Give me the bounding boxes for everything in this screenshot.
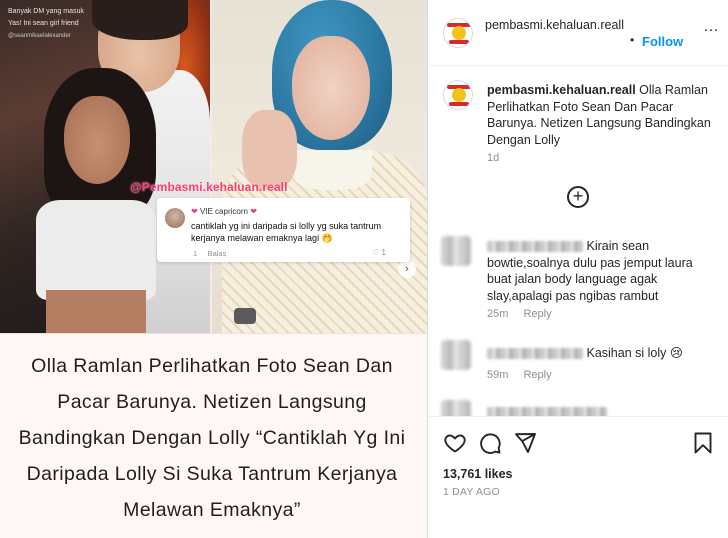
more-options-icon[interactable]: … <box>703 18 720 36</box>
comment-body <box>487 404 717 416</box>
heart-icon[interactable] <box>443 431 467 455</box>
post-actions: 13,761 likes 1 DAY AGO <box>429 416 728 538</box>
watermark-text: @Pembasmi.kehaluan.reall <box>130 180 288 194</box>
heart-outline-icon: ♡ <box>372 248 380 257</box>
account-avatar[interactable] <box>443 18 473 48</box>
caption-avatar[interactable] <box>443 80 473 110</box>
comment-card-text: cantiklah yg ini daripada si lolly yg su… <box>191 221 382 243</box>
blurred-avatar <box>441 236 471 266</box>
plus-circle-icon[interactable]: + <box>567 186 589 208</box>
caption-timestamp: 1d <box>487 152 500 164</box>
comments-area[interactable]: pembasmi.kehaluan.reall Olla Ramlan Perl… <box>429 66 728 416</box>
wristwatch <box>234 308 256 324</box>
comment-body: Kirain sean bowtie,soalnya dulu pas jemp… <box>487 238 717 304</box>
logo-face <box>452 88 466 102</box>
photo-couple: Banyak DM yang masuk Yas! Ini sean girl … <box>0 0 210 333</box>
likes-count[interactable]: 13,761 likes <box>443 467 513 481</box>
heart-emoji-icon: ❤ <box>191 207 198 216</box>
dm-overlay-text: Banyak DM yang masuk Yas! Ini sean girl … <box>8 6 158 42</box>
dm-line: Yas! Ini sean girl friend <box>8 20 79 27</box>
comment-card-user: ❤ VIE capricorn ❤ <box>191 207 257 216</box>
heart-emoji-icon: ❤ <box>250 207 257 216</box>
comment-meta: 25m Reply <box>487 308 564 320</box>
olla-face <box>292 36 370 140</box>
chevron-right-icon[interactable]: › <box>398 260 416 278</box>
media-caption-box: Olla Ramlan Perlihatkan Foto Sean Dan Pa… <box>0 333 427 538</box>
post-header: pembasmi.kehaluan.reall • Follow … <box>429 0 728 66</box>
comment-card-username: VIE capricorn <box>199 207 248 216</box>
post-caption: pembasmi.kehaluan.reall Olla Ramlan Perl… <box>487 82 715 148</box>
comment-body: Kasihan si loly 😢 <box>487 345 717 362</box>
media-caption-text: Olla Ramlan Perlihatkan Foto Sean Dan Pa… <box>18 355 406 521</box>
follow-button[interactable]: Follow <box>642 34 683 49</box>
share-icon[interactable] <box>513 431 537 455</box>
post-age: 1 DAY AGO <box>443 486 500 498</box>
comment-card-meta: 1 Balas <box>193 249 226 258</box>
comment-time: 59m <box>487 369 509 381</box>
dm-handle: @seanmikaelalexander <box>8 33 71 39</box>
comment-card-avatar <box>165 208 185 228</box>
reply-button[interactable]: Reply <box>523 369 551 381</box>
screenshot-comment-card: ❤ VIE capricorn ❤ cantiklah yg ini darip… <box>157 198 410 262</box>
hand <box>242 110 297 190</box>
blurred-avatar <box>441 340 471 370</box>
woman-face <box>64 96 130 184</box>
collar <box>292 150 372 190</box>
comment-card-likes: ♡ 1 <box>372 248 386 257</box>
woman-midriff <box>46 290 146 333</box>
comment-meta: 59m Reply <box>487 369 564 381</box>
dm-header: Banyak DM yang masuk <box>8 8 84 15</box>
comment-icon[interactable] <box>478 431 502 455</box>
blurred-username <box>487 407 607 416</box>
logo-base <box>449 40 469 44</box>
logo-base <box>449 102 469 106</box>
blurred-avatar <box>441 400 471 416</box>
caption-username[interactable]: pembasmi.kehaluan.reall <box>487 83 636 97</box>
blurred-username <box>487 241 583 253</box>
comment-card-like-count: 1 <box>381 248 386 257</box>
photo-olla <box>212 0 427 333</box>
logo-face <box>452 26 466 40</box>
post-media: Banyak DM yang masuk Yas! Ini sean girl … <box>0 0 428 538</box>
blurred-username <box>487 348 583 360</box>
comment-time: 25m <box>487 308 509 320</box>
comment-text: Kasihan si loly 😢 <box>586 346 683 360</box>
bookmark-icon[interactable] <box>691 431 715 455</box>
separator-dot: • <box>630 33 635 47</box>
header-username[interactable]: pembasmi.kehaluan.reall <box>485 17 625 34</box>
reply-button[interactable]: Reply <box>523 308 551 320</box>
woman-top <box>36 200 156 300</box>
comment-card-time: 1 <box>193 249 198 258</box>
post-sidebar: pembasmi.kehaluan.reall • Follow … pemba… <box>429 0 728 538</box>
comment-card-reply: Balas <box>207 249 227 258</box>
